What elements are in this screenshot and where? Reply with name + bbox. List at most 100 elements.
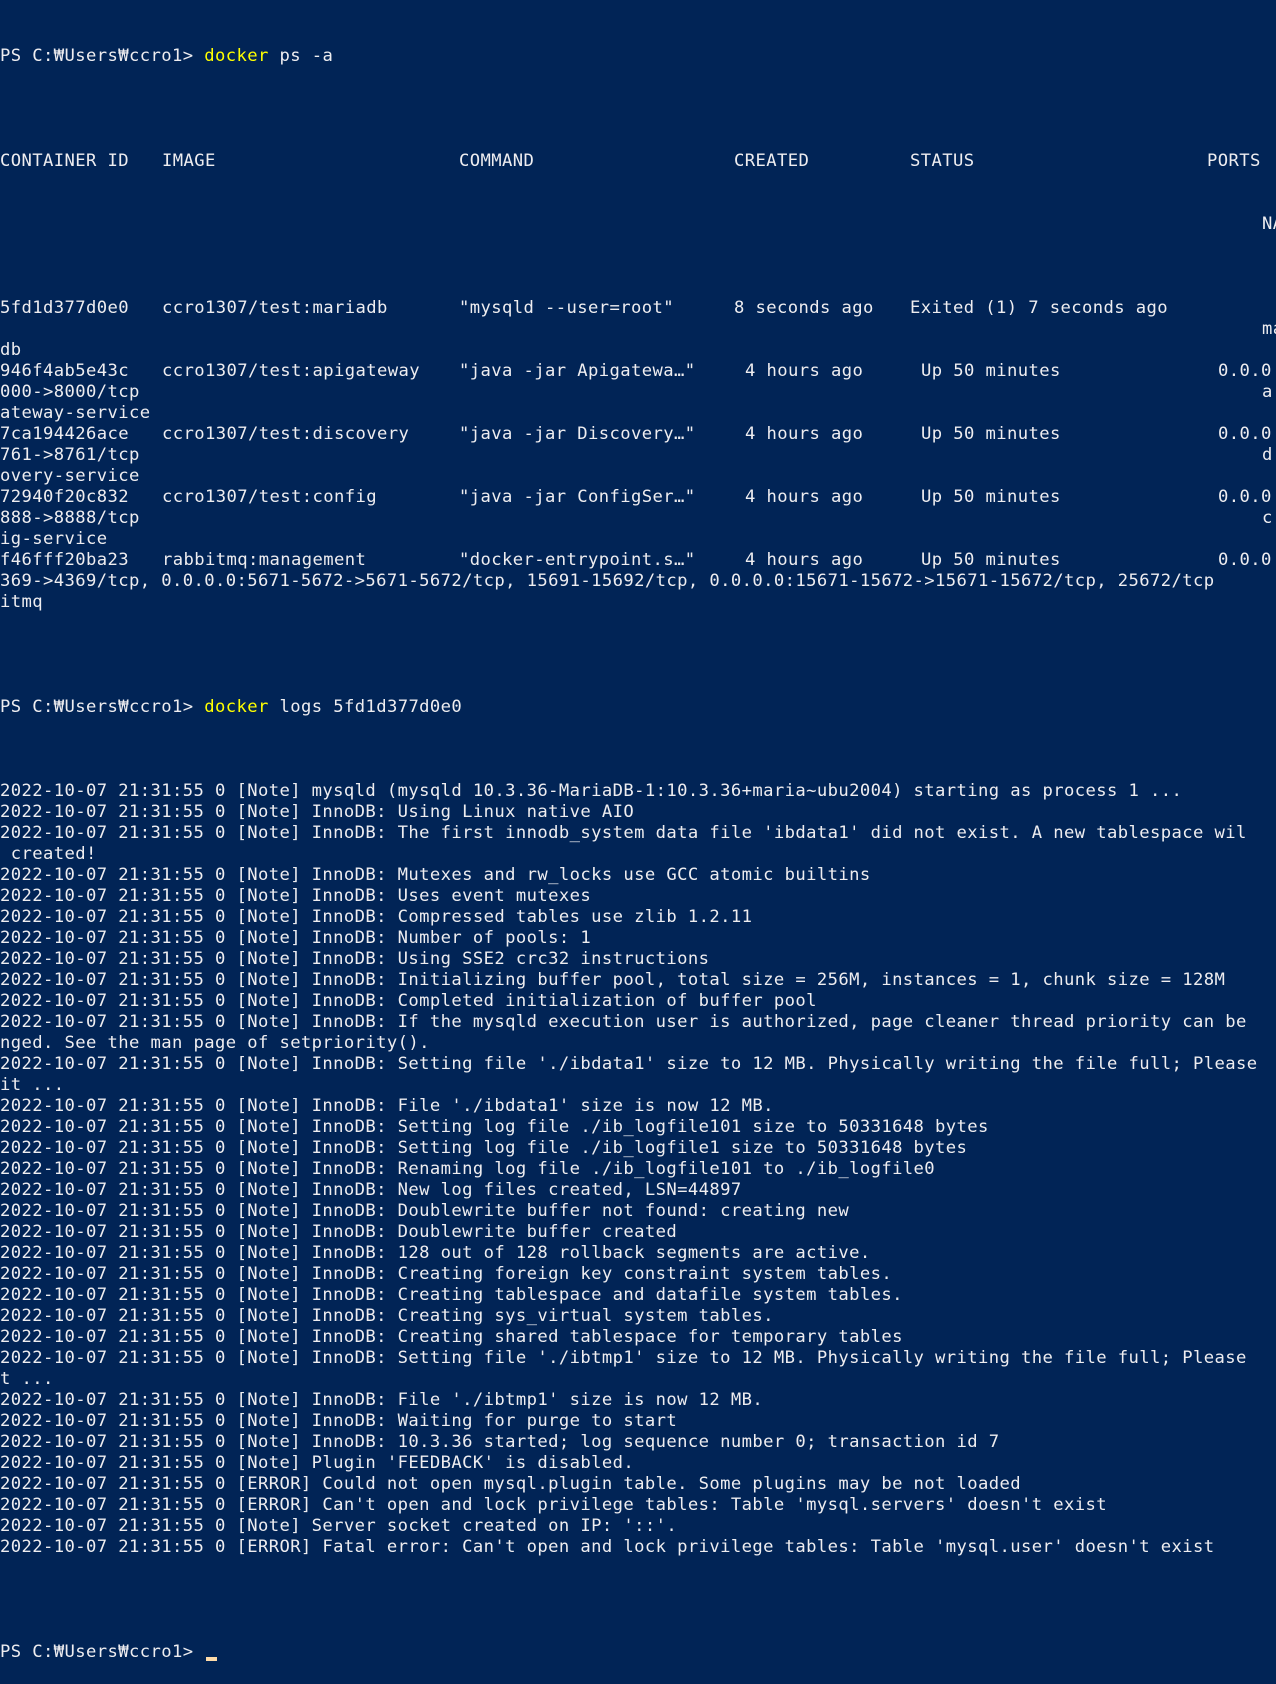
ps-row-wrap: 761->8761/tcp d xyxy=(0,445,1276,466)
cell-names-partial: d xyxy=(1262,445,1273,465)
log-line: 2022-10-07 21:31:55 0 [ERROR] Can't open… xyxy=(0,1495,1108,1515)
cell-command: "java -jar Apigatewa…" xyxy=(459,361,696,381)
current-prompt-line[interactable]: PS C:₩Users₩ccro1> xyxy=(0,1642,1276,1663)
log-line: 2022-10-07 21:31:55 0 [Note] Server sock… xyxy=(0,1516,678,1536)
cell-names-wrapped: itmq xyxy=(0,592,43,612)
log-line: 2022-10-07 21:31:55 0 [Note] InnoDB: 10.… xyxy=(0,1432,1000,1452)
cell-image: ccro1307/test:discovery xyxy=(162,424,410,444)
log-line: 2022-10-07 21:31:55 0 [Note] InnoDB: Set… xyxy=(0,1117,989,1137)
command-name: docker xyxy=(204,46,269,66)
log-line: 2022-10-07 21:31:55 0 [Note] InnoDB: Com… xyxy=(0,907,753,927)
cell-container-id: 7ca194426ace xyxy=(0,424,129,444)
ps-rows: 5fd1d377d0e0 ccro1307/test:mariadb "mysqld… xyxy=(0,298,1276,613)
cell-container-id: 5fd1d377d0e0 xyxy=(0,298,129,318)
cell-image: ccro1307/test:config xyxy=(162,487,377,507)
cell-ports: 0.0.0 xyxy=(1218,361,1272,381)
ps-row: f46fff20ba23 rabbitmq:management "docker-e… xyxy=(0,550,1276,571)
ps-row-wrap: ateway-service xyxy=(0,403,1276,424)
log-line: it ... xyxy=(0,1075,65,1095)
log-line: 2022-10-07 21:31:55 0 [Note] Plugin 'FEE… xyxy=(0,1453,635,1473)
prompt-text: PS C:₩Users₩ccro1> xyxy=(0,1642,205,1662)
cell-command: "java -jar ConfigSer…" xyxy=(459,487,696,507)
cell-ports: 0.0.0 xyxy=(1218,550,1272,570)
logs-command-line: PS C:₩Users₩ccro1> docker logs 5fd1d377d… xyxy=(0,697,1276,718)
header-ports: PORTS xyxy=(1207,151,1261,171)
text-cursor xyxy=(206,1657,218,1661)
cell-ports-wrapped: 369->4369/tcp, 0.0.0.0:5671-5672->5671-5… xyxy=(0,571,1215,591)
header-container-id: CONTAINER ID xyxy=(0,151,129,171)
log-line: 2022-10-07 21:31:55 0 [Note] InnoDB: Cre… xyxy=(0,1327,903,1347)
log-line: 2022-10-07 21:31:55 0 [Note] InnoDB: Fil… xyxy=(0,1390,764,1410)
ps-row-wrap: 888->8888/tcp c xyxy=(0,508,1276,529)
prev-command-line: PS C:₩Users₩ccro1> docker ps -a xyxy=(0,46,1276,67)
log-line: 2022-10-07 21:31:55 0 [Note] InnoDB: New… xyxy=(0,1180,742,1200)
log-line: 2022-10-07 21:31:55 0 [Note] InnoDB: Cre… xyxy=(0,1306,774,1326)
cell-created: 4 hours ago xyxy=(745,424,864,444)
cell-created: 4 hours ago xyxy=(745,361,864,381)
cell-created: 4 hours ago xyxy=(745,550,864,570)
cell-status: Up 50 minutes xyxy=(921,361,1061,381)
command-name: docker xyxy=(204,697,269,717)
cell-image: rabbitmq:management xyxy=(162,550,367,570)
cell-names-wrapped: ig-service xyxy=(0,529,108,549)
log-line: 2022-10-07 21:31:55 0 [Note] InnoDB: Num… xyxy=(0,928,592,948)
log-line: 2022-10-07 21:31:55 0 [Note] mysqld (mys… xyxy=(0,781,1183,801)
cell-ports: 0.0.0 xyxy=(1218,487,1272,507)
log-line: 2022-10-07 21:31:55 0 [Note] InnoDB: Use… xyxy=(0,886,592,906)
log-line: 2022-10-07 21:31:55 0 [Note] InnoDB: The… xyxy=(0,823,1247,843)
log-line: 2022-10-07 21:31:55 0 [Note] InnoDB: Mut… xyxy=(0,865,871,885)
header-created: CREATED xyxy=(734,151,810,171)
cell-names-partial: c xyxy=(1262,508,1273,528)
cell-ports-wrapped: 888->8888/tcp xyxy=(0,508,140,528)
log-line: 2022-10-07 21:31:55 0 [Note] InnoDB: Cre… xyxy=(0,1264,893,1284)
cell-created: 8 seconds ago xyxy=(734,298,874,318)
cell-names-wrapped: db xyxy=(0,340,22,360)
log-line: 2022-10-07 21:31:55 0 [Note] InnoDB: Com… xyxy=(0,991,817,1011)
log-output: 2022-10-07 21:31:55 0 [Note] mysqld (mys… xyxy=(0,781,1276,1558)
terminal-output[interactable]: PS C:₩Users₩ccro1> docker ps -a CONTAINE… xyxy=(0,0,1276,1684)
cell-status: Exited (1) 7 seconds ago xyxy=(910,298,1168,318)
prompt-text: PS C:₩Users₩ccro1> xyxy=(0,697,205,717)
ps-row-wrap: db xyxy=(0,340,1276,361)
log-line: 2022-10-07 21:31:55 0 [Note] InnoDB: Dou… xyxy=(0,1201,850,1221)
prompt-text: PS C:₩Users₩ccro1> xyxy=(0,46,205,66)
log-line: 2022-10-07 21:31:55 0 [Note] InnoDB: Wai… xyxy=(0,1411,678,1431)
cell-status: Up 50 minutes xyxy=(921,424,1061,444)
log-line: 2022-10-07 21:31:55 0 [ERROR] Could not … xyxy=(0,1474,1022,1494)
cell-image: ccro1307/test:apigateway xyxy=(162,361,420,381)
log-line: 2022-10-07 21:31:55 0 [Note] InnoDB: Ini… xyxy=(0,970,1226,990)
cell-ports-wrapped: 000->8000/tcp xyxy=(0,382,140,402)
ps-row-wrap: ig-service xyxy=(0,529,1276,550)
log-line: 2022-10-07 21:31:55 0 [Note] InnoDB: Set… xyxy=(0,1348,1247,1368)
cell-command: "mysqld --user=root" xyxy=(459,298,674,318)
command-args: logs 5fd1d377d0e0 xyxy=(268,697,463,717)
log-line: nged. See the man page of setpriority(). xyxy=(0,1033,430,1053)
ps-row-wrap: 369->4369/tcp, 0.0.0.0:5671-5672->5671-5… xyxy=(0,571,1276,592)
cell-status: Up 50 minutes xyxy=(921,487,1061,507)
ps-row: 946f4ab5e43c ccro1307/test:apigateway "jav… xyxy=(0,361,1276,382)
cell-image: ccro1307/test:mariadb xyxy=(162,298,388,318)
ps-row-wrap: 000->8000/tcp a xyxy=(0,382,1276,403)
log-line: 2022-10-07 21:31:55 0 [Note] InnoDB: Set… xyxy=(0,1138,968,1158)
log-line: 2022-10-07 21:31:55 0 [Note] InnoDB: Dou… xyxy=(0,1222,678,1242)
header-status: STATUS xyxy=(910,151,975,171)
cell-ports: 0.0.0 xyxy=(1218,424,1272,444)
log-line: 2022-10-07 21:31:55 0 [Note] InnoDB: Ren… xyxy=(0,1159,936,1179)
ps-row: 5fd1d377d0e0 ccro1307/test:mariadb "mysqld… xyxy=(0,298,1276,319)
log-line: 2022-10-07 21:31:55 0 [ERROR] Fatal erro… xyxy=(0,1537,1215,1557)
log-line: 2022-10-07 21:31:55 0 [Note] InnoDB: Usi… xyxy=(0,949,710,969)
ps-row-wrap: itmq xyxy=(0,592,1276,613)
ps-row: 72940f20c832 ccro1307/test:config "java -j… xyxy=(0,487,1276,508)
log-line: 2022-10-07 21:31:55 0 [Note] InnoDB: Set… xyxy=(0,1054,1258,1074)
log-line: 2022-10-07 21:31:55 0 [Note] InnoDB: Usi… xyxy=(0,802,635,822)
ps-row: 7ca194426ace ccro1307/test:discovery "java… xyxy=(0,424,1276,445)
cell-names-wrapped: ateway-service xyxy=(0,403,151,423)
ps-header-wrap: NA xyxy=(0,214,1276,235)
cell-created: 4 hours ago xyxy=(745,487,864,507)
cell-names-wrapped: overy-service xyxy=(0,466,140,486)
log-line: t ... xyxy=(0,1369,54,1389)
header-command: COMMAND xyxy=(459,151,535,171)
log-line: created! xyxy=(0,844,97,864)
cell-ports-wrapped: 761->8761/tcp xyxy=(0,445,140,465)
cell-container-id: 72940f20c832 xyxy=(0,487,129,507)
